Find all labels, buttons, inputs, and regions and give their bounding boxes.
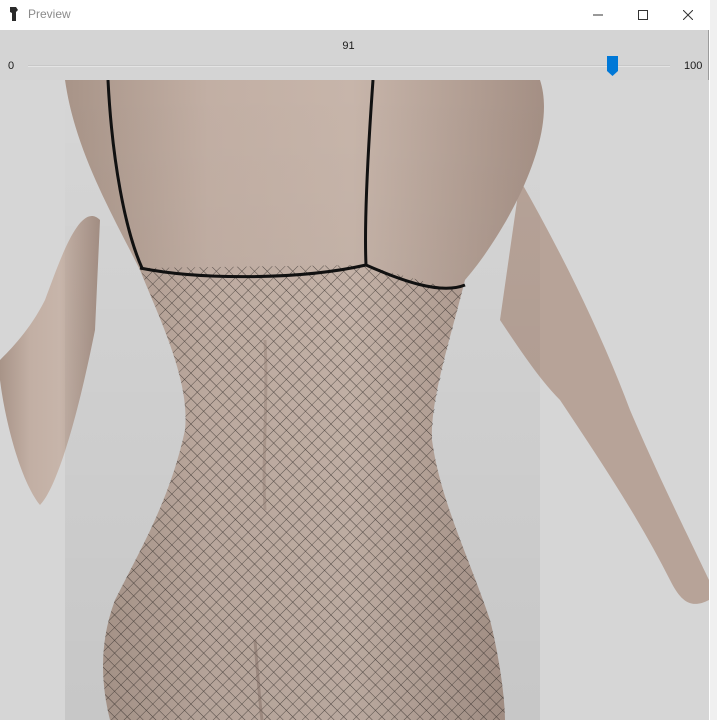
app-icon bbox=[10, 7, 18, 21]
close-icon bbox=[683, 10, 693, 20]
render-image bbox=[0, 80, 709, 720]
slider-max-label: 100 bbox=[684, 60, 703, 72]
window-title: Preview bbox=[28, 7, 71, 21]
maximize-icon bbox=[638, 10, 648, 20]
preview-viewport[interactable] bbox=[0, 80, 709, 720]
close-button[interactable] bbox=[665, 0, 711, 30]
maximize-button[interactable] bbox=[620, 0, 666, 30]
minimize-button[interactable] bbox=[575, 0, 621, 30]
slider-area: 91 0 100 bbox=[0, 30, 709, 80]
slider-thumb[interactable] bbox=[606, 56, 618, 76]
background-window-strip bbox=[710, 0, 717, 720]
minimize-icon bbox=[593, 14, 603, 16]
slider-value-label: 91 bbox=[342, 40, 355, 52]
slider-track[interactable] bbox=[28, 65, 670, 67]
slider-min-label: 0 bbox=[8, 60, 15, 72]
preview-window: Preview 91 0 100 bbox=[0, 0, 709, 720]
title-bar[interactable]: Preview bbox=[0, 0, 709, 30]
